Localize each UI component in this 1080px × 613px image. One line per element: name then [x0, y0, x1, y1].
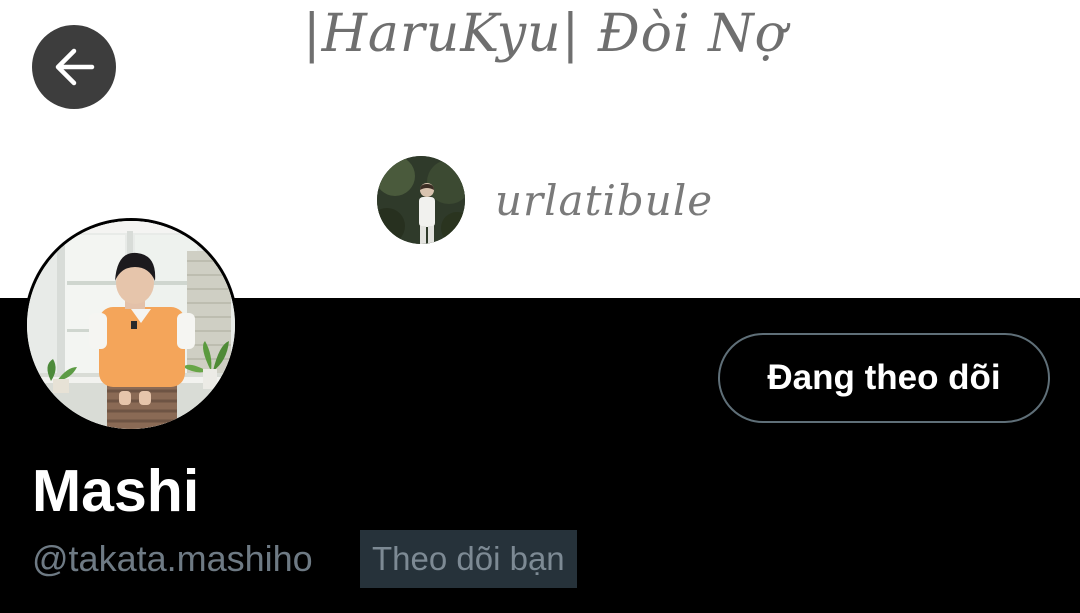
arrow-left-icon: [55, 48, 95, 86]
banner-title: |HaruKyu| Đòi Nợ: [303, 4, 787, 64]
following-button[interactable]: Đang theo dõi: [718, 333, 1050, 423]
follows-you-badge: Theo dõi bạn: [360, 530, 577, 588]
banner-avatar-image: [377, 156, 465, 244]
avatar-photo: [27, 221, 235, 429]
banner-avatar: [377, 156, 465, 244]
profile-screen: |HaruKyu| Đòi Nợ urlatibule Đang theo dõ…: [0, 0, 1080, 613]
avatar[interactable]: [24, 218, 238, 432]
back-button[interactable]: [32, 25, 116, 109]
avatar-image: [27, 221, 235, 429]
profile-handle: @takata.mashiho: [32, 538, 313, 579]
banner-username: urlatibule: [495, 176, 714, 225]
profile-display-name: Mashi: [32, 458, 200, 524]
